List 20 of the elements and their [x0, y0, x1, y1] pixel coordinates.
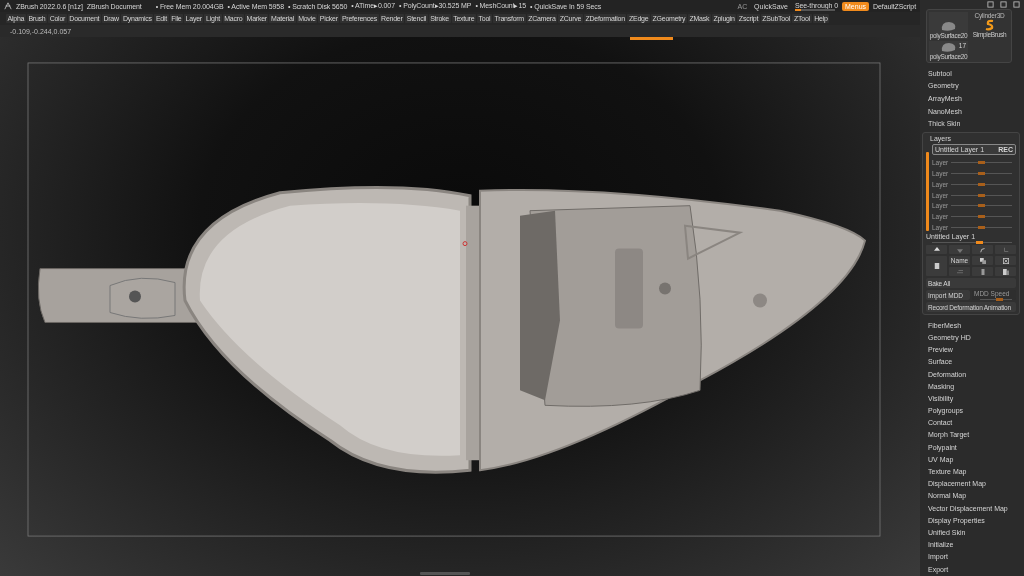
page-icon [979, 268, 986, 275]
delete-button[interactable] [995, 256, 1016, 266]
viewport[interactable] [0, 37, 920, 576]
stack-icon [956, 268, 963, 275]
duplicate-button[interactable] [972, 256, 993, 266]
arrow-up-icon [933, 246, 940, 253]
new-layer-button[interactable] [926, 256, 947, 277]
see-through-slider[interactable] [794, 8, 835, 11]
brush-logo-icon [984, 19, 995, 32]
layer-scroll-bar[interactable] [926, 151, 929, 232]
tab-indicator [630, 37, 673, 40]
bottom-panel-handle[interactable] [420, 572, 470, 575]
layer-up-button[interactable] [926, 245, 947, 255]
arrow-icon [956, 246, 963, 253]
copy-icon [979, 257, 986, 264]
layers-icon [1002, 268, 1009, 275]
app-logo-icon [4, 2, 12, 10]
page-icon [933, 263, 940, 270]
bake-button[interactable] [995, 267, 1016, 277]
split-button[interactable] [972, 267, 993, 277]
